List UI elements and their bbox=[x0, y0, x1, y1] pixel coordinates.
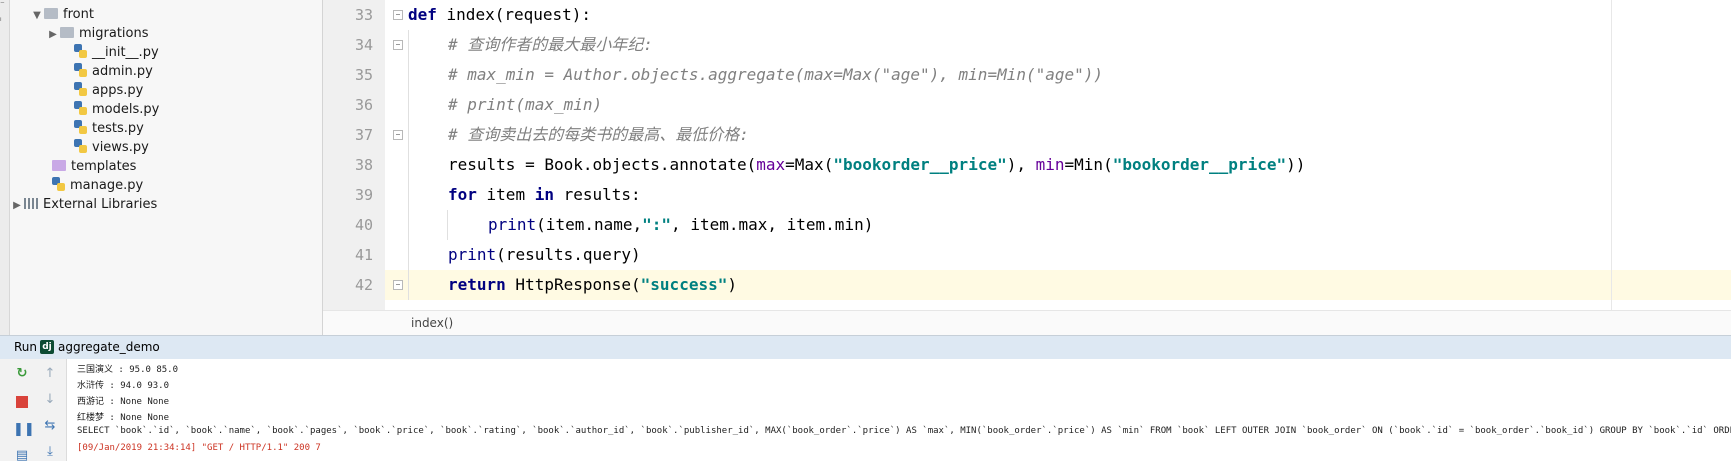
chevron-down-icon[interactable]: ▼ bbox=[30, 5, 44, 26]
code-editor[interactable]: 33 34 35 36 37 38 39 40 41 42 def index(… bbox=[323, 0, 1731, 336]
console-line: 红楼梦 : None None bbox=[77, 413, 170, 423]
console-line: SELECT `book`.`id`, `book`.`name`, `book… bbox=[77, 426, 1731, 436]
line-number: 40 bbox=[354, 216, 373, 234]
folder-icon bbox=[52, 160, 66, 171]
line-number: 38 bbox=[354, 156, 373, 174]
code-line-35: # max_min = Author.objects.aggregate(max… bbox=[448, 65, 1104, 84]
chevron-right-icon[interactable]: ▶ bbox=[46, 24, 60, 45]
line-number: 35 bbox=[354, 66, 373, 84]
tree-item-external-libraries[interactable]: ▶ External Libraries bbox=[10, 194, 157, 215]
run-tab-label[interactable]: Run bbox=[14, 336, 37, 358]
run-toolbar: ↻ ❚❚ ▤ ↑ ↓ ⇆ ⤓ bbox=[0, 359, 67, 461]
fold-marker[interactable] bbox=[393, 130, 403, 140]
code-line-42: return HttpResponse("success") bbox=[448, 275, 737, 294]
indent-guide bbox=[447, 210, 448, 240]
library-icon bbox=[24, 198, 38, 209]
python-file-icon bbox=[74, 44, 87, 58]
tree-item-init[interactable]: __init__.py bbox=[74, 42, 159, 63]
tree-item-front[interactable]: ▼ front bbox=[30, 4, 94, 25]
scroll-to-end-icon[interactable]: ⤓ bbox=[41, 443, 59, 461]
soft-wrap-icon[interactable]: ⇆ bbox=[41, 417, 59, 435]
tree-item-views[interactable]: views.py bbox=[74, 137, 149, 158]
console-line: 西游记 : None None bbox=[77, 397, 170, 407]
python-file-icon bbox=[52, 177, 65, 191]
run-panel-header: Run dj aggregate_demo bbox=[0, 335, 1731, 360]
line-number: 41 bbox=[354, 246, 373, 264]
chevron-right-icon[interactable]: ▶ bbox=[10, 195, 24, 216]
tree-item-models[interactable]: models.py bbox=[74, 99, 159, 120]
line-number: 39 bbox=[354, 186, 373, 204]
python-file-icon bbox=[74, 120, 87, 134]
code-line-34: # 查询作者的最大最小年纪: bbox=[448, 35, 653, 54]
tree-item-apps[interactable]: apps.py bbox=[74, 80, 143, 101]
console-line: 三国演义 : 95.0 85.0 bbox=[77, 365, 179, 375]
code-line-38: results = Book.objects.annotate(max=Max(… bbox=[448, 155, 1306, 174]
code-line-36: # print(max_min) bbox=[448, 95, 603, 114]
tree-item-admin[interactable]: admin.py bbox=[74, 61, 153, 82]
breadcrumb-function[interactable]: index() bbox=[411, 316, 453, 330]
fold-marker[interactable] bbox=[393, 10, 403, 20]
tree-item-manage[interactable]: manage.py bbox=[52, 175, 143, 196]
rerun-icon[interactable]: ↻ bbox=[13, 365, 31, 383]
tree-item-templates[interactable]: templates bbox=[52, 156, 136, 177]
code-line-33: def index(request): bbox=[408, 5, 592, 24]
tree-item-migrations[interactable]: ▶ migrations bbox=[46, 23, 148, 45]
fold-marker[interactable] bbox=[393, 280, 403, 290]
python-file-icon bbox=[74, 139, 87, 153]
line-number: 34 bbox=[354, 36, 373, 54]
ide-window: ⁻ ᵢ ▼ front ▶ migrations __init__.py admin.… bbox=[0, 0, 1731, 461]
console-output[interactable]: 三国演义 : 95.0 85.0 水浒传 : 94.0 93.0 西游记 : N… bbox=[67, 359, 1731, 461]
python-file-icon bbox=[74, 101, 87, 115]
python-file-icon bbox=[74, 63, 87, 77]
editor-breadcrumb: index() bbox=[323, 310, 1731, 336]
line-number: 36 bbox=[354, 96, 373, 114]
fold-marker[interactable] bbox=[393, 40, 403, 50]
arrow-down-icon[interactable]: ↓ bbox=[41, 391, 59, 409]
line-number: 33 bbox=[354, 6, 373, 24]
console-line-log: [09/Jan/2019 21:34:14] "GET / HTTP/1.1" … bbox=[77, 443, 321, 453]
line-number: 37 bbox=[354, 126, 373, 144]
code-line-39: for item in results: bbox=[448, 185, 641, 204]
pause-icon[interactable]: ❚❚ bbox=[13, 421, 35, 439]
line-number: 42 bbox=[354, 276, 373, 294]
code-line-41: print(results.query) bbox=[448, 245, 641, 264]
code-line-37: # 查询卖出去的每类书的最高、最低价格: bbox=[448, 125, 749, 144]
code-line-40: print(item.name,":", item.max, item.min) bbox=[488, 215, 874, 234]
console-line: 水浒传 : 94.0 93.0 bbox=[77, 381, 170, 391]
python-file-icon bbox=[74, 82, 87, 96]
right-margin-guide bbox=[1611, 0, 1612, 335]
project-tool-strip[interactable]: ⁻ ᵢ bbox=[0, 0, 10, 335]
project-tree: ⁻ ᵢ ▼ front ▶ migrations __init__.py admin.… bbox=[0, 0, 323, 335]
tree-item-tests[interactable]: tests.py bbox=[74, 118, 144, 139]
folder-icon bbox=[44, 8, 58, 19]
stop-icon[interactable] bbox=[13, 393, 31, 411]
arrow-up-icon[interactable]: ↑ bbox=[41, 365, 59, 383]
django-icon: dj bbox=[40, 340, 54, 354]
run-config-name[interactable]: aggregate_demo bbox=[58, 336, 160, 358]
indent-guide bbox=[408, 30, 409, 300]
layout-icon[interactable]: ▤ bbox=[13, 447, 31, 461]
folder-icon bbox=[60, 27, 74, 38]
